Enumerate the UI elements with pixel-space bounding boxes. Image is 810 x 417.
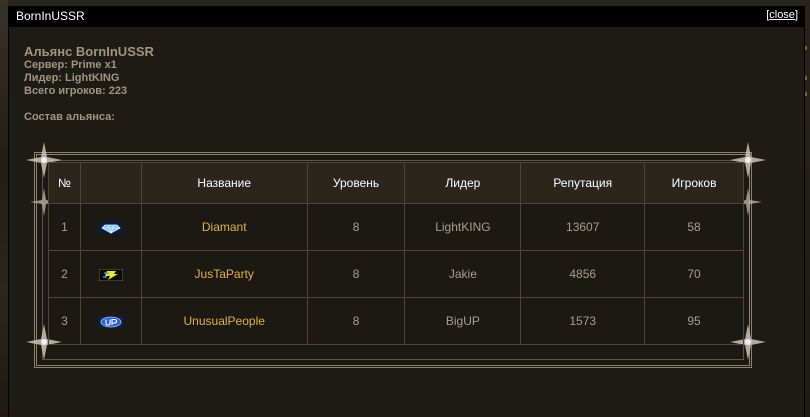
modal-title: BornInUSSR [16, 9, 85, 23]
header-emblem [79, 162, 142, 204]
header-players: Игроков [644, 162, 744, 204]
cell-reputation: 13607 [520, 203, 646, 251]
cell-clan-name[interactable]: JusTaParty [140, 250, 308, 298]
alliance-leader: Лидер: LightKING [24, 72, 120, 84]
cell-level: 8 [306, 297, 406, 345]
table-row: 2 JusTaParty 8 Jakie 4856 70 [48, 250, 744, 298]
header-level: Уровень [306, 162, 406, 204]
cell-level: 8 [306, 250, 406, 298]
clans-table: № Название Уровень Лидер Репутация Игрок… [48, 162, 744, 345]
cell-num: 3 [48, 297, 81, 345]
cell-leader: LightKING [404, 203, 522, 251]
header-name: Название [140, 162, 308, 204]
modal-titlebar: BornInUSSR [close] [9, 6, 804, 27]
alliance-composition-label: Состав альянса: [24, 111, 115, 123]
alliance-info: Альянс BornInUSSR Сервер: Prime x1 Лидер… [24, 44, 154, 124]
cell-num: 1 [48, 203, 81, 251]
cell-emblem [79, 297, 142, 345]
table-row: 3 UnusualPeople 8 BigUP 1573 95 [48, 297, 744, 345]
party-emblem-icon [98, 268, 123, 281]
alliance-heading: Альянс BornInUSSR [24, 44, 154, 59]
table-header-row: № Название Уровень Лидер Репутация Игрок… [48, 162, 744, 204]
cell-emblem [79, 250, 142, 298]
cell-emblem [79, 203, 142, 251]
diamond-emblem-icon [98, 221, 123, 234]
table-row: 1 Diamant 8 LightKING 13607 58 [48, 203, 744, 251]
close-link[interactable]: [close] [766, 9, 798, 21]
header-num: № [48, 162, 81, 204]
alliance-server: Сервер: Prime x1 [24, 59, 117, 71]
cell-clan-name[interactable]: Diamant [140, 203, 308, 251]
cell-leader: Jakie [404, 250, 522, 298]
alliance-players: Всего игроков: 223 [24, 85, 128, 97]
cell-num: 2 [48, 250, 81, 298]
cell-players: 70 [644, 250, 744, 298]
header-reputation: Репутация [520, 162, 646, 204]
cell-leader: BigUP [404, 297, 522, 345]
cell-clan-name[interactable]: UnusualPeople [140, 297, 308, 345]
header-leader: Лидер [404, 162, 522, 204]
cell-reputation: 4856 [520, 250, 646, 298]
up-emblem-icon [98, 315, 123, 328]
cell-reputation: 1573 [520, 297, 646, 345]
cell-players: 95 [644, 297, 744, 345]
cell-level: 8 [306, 203, 406, 251]
close-label: close [769, 9, 795, 21]
background-page-left [0, 0, 8, 417]
cell-players: 58 [644, 203, 744, 251]
